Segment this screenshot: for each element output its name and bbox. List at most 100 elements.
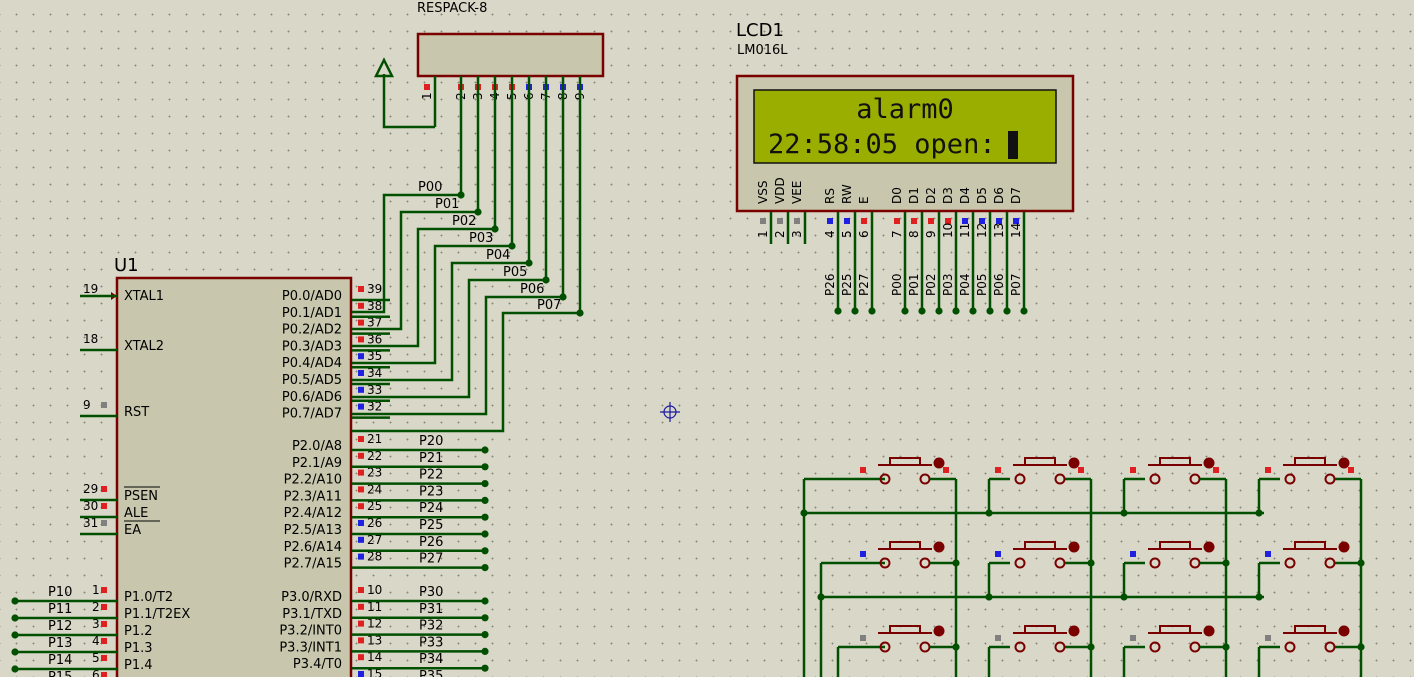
mcu-ref: U1 [114,255,139,276]
net-label-p3: P34 [419,652,443,667]
mcu-pin-number: 21 [367,432,382,446]
respack-body [416,32,605,78]
pin-state-marker [358,620,364,627]
junction-dot [11,665,19,673]
switch-contact [1284,641,1296,653]
pin-state-marker [101,402,107,408]
lcd-net-label: P03 [941,273,955,296]
lcd-pin-number: 2 [773,230,787,238]
mcu-pin-number: 19 [83,282,98,296]
switch-led [1203,541,1215,553]
pin-state-marker [358,286,364,292]
switch-contact [1149,473,1161,485]
pin-state-marker [358,553,364,560]
keypad-matrix[interactable] [860,457,1361,653]
switch-contact [1189,557,1201,569]
switch-contact [1189,473,1201,485]
switch-led [1203,457,1215,469]
pin-state-marker [101,503,107,509]
net-label-p3: P33 [419,635,443,650]
pin-state-marker [943,467,949,473]
respack-component[interactable]: RESPACK-8 123456789 [373,1,605,129]
lcd-pin-name: E [857,196,871,204]
junction-dot [986,307,994,315]
net-label-p0: P05 [503,265,527,280]
lcd-pin-name: D1 [907,187,921,204]
junction-dot [481,564,489,572]
lcd-pin-number: 11 [958,223,972,238]
mcu-pin-name: P0.4/AD4 [282,356,342,371]
mcu-pin-name: P1.2 [124,624,153,639]
pin-state-marker [358,671,364,677]
pin-state-marker [358,503,364,510]
respack-label: RESPACK-8 [417,1,487,16]
junction-dot [481,664,489,672]
net-label-p2: P27 [419,552,443,567]
switch-led [1338,541,1350,553]
mcu-pin-name: P0.5/AD5 [282,373,342,388]
switch-cap [889,457,921,466]
net-label-p2: P25 [419,518,443,533]
mcu-pin-name: P3.1/TXD [282,607,342,622]
lcd-pin-name: VEE [790,181,804,204]
net-label-p1: P12 [48,619,72,634]
pin-state-marker [101,672,107,677]
pin-state-marker [358,370,364,376]
p0-net-wire [352,76,463,314]
lcd-pin-number: 6 [857,230,871,238]
switch-contact [919,557,931,569]
lcd-pin-number: 3 [790,230,804,238]
pin-state-marker [101,621,107,627]
junction-dot [481,513,489,521]
switch-contact [1149,641,1161,653]
net-label-p3: P30 [419,585,443,600]
lcd-pin-number: 13 [992,223,1006,238]
junction-dot [481,614,489,622]
lcd-net-label: P01 [907,273,921,296]
junction-dot [481,480,489,488]
switch-cap [1294,457,1326,466]
switch-contact [1014,557,1026,569]
mcu-pin-number: 1 [92,583,100,597]
mcu-pin-name: P0.3/AD3 [282,339,342,354]
pin-state-marker [794,218,800,224]
junction-dot [481,446,489,454]
net-label-p0: P07 [537,298,561,313]
lcd-pin-name: RS [823,188,837,204]
pin-state-marker [1348,467,1354,473]
switch-contact [919,473,931,485]
pin-state-marker [844,218,850,224]
pin-state-marker [1213,467,1219,473]
switch-cap [889,541,921,550]
lcd-net-label: P02 [924,273,938,296]
junction-dot [481,496,489,504]
mcu-pin-name: PSEN [124,489,158,504]
lcd-pin-number: 10 [941,223,955,238]
lcd-net-label: P27 [857,273,871,296]
schematic-svg[interactable]: RESPACK-8 123456789 LCD1 LM016L alarm0 2… [0,0,1414,677]
pin-state-marker [358,603,364,610]
junction-dot [817,593,825,601]
lcd-pin-name: D6 [992,187,1006,204]
switch-contact [1324,473,1336,485]
pin-state-marker [894,218,900,224]
pin-state-marker [101,520,107,526]
lcd-line1: alarm0 [856,94,954,125]
mcu-pin-name: P3.4/T0 [293,657,342,672]
lcd-net-label: P05 [975,273,989,296]
mcu-component[interactable]: U1 XTAL119XTAL218RST9PSEN29ALE30EA31P1.0… [48,255,382,677]
switch-cap [1159,457,1191,466]
junction-dot [868,307,876,315]
lcd-pin-name: D5 [975,187,989,204]
schematic-canvas[interactable]: RESPACK-8 123456789 LCD1 LM016L alarm0 2… [0,0,1414,677]
switch-contact [1054,473,1066,485]
junction-dot [800,509,808,517]
junction-dot [918,307,926,315]
net-label-p2: P26 [419,535,443,550]
net-label-p1: P10 [48,585,72,600]
switch-contact [919,641,931,653]
switch-led [1203,625,1215,637]
pin-state-marker [995,467,1001,473]
switch-cap [1294,625,1326,634]
pin-state-marker [1265,551,1271,557]
